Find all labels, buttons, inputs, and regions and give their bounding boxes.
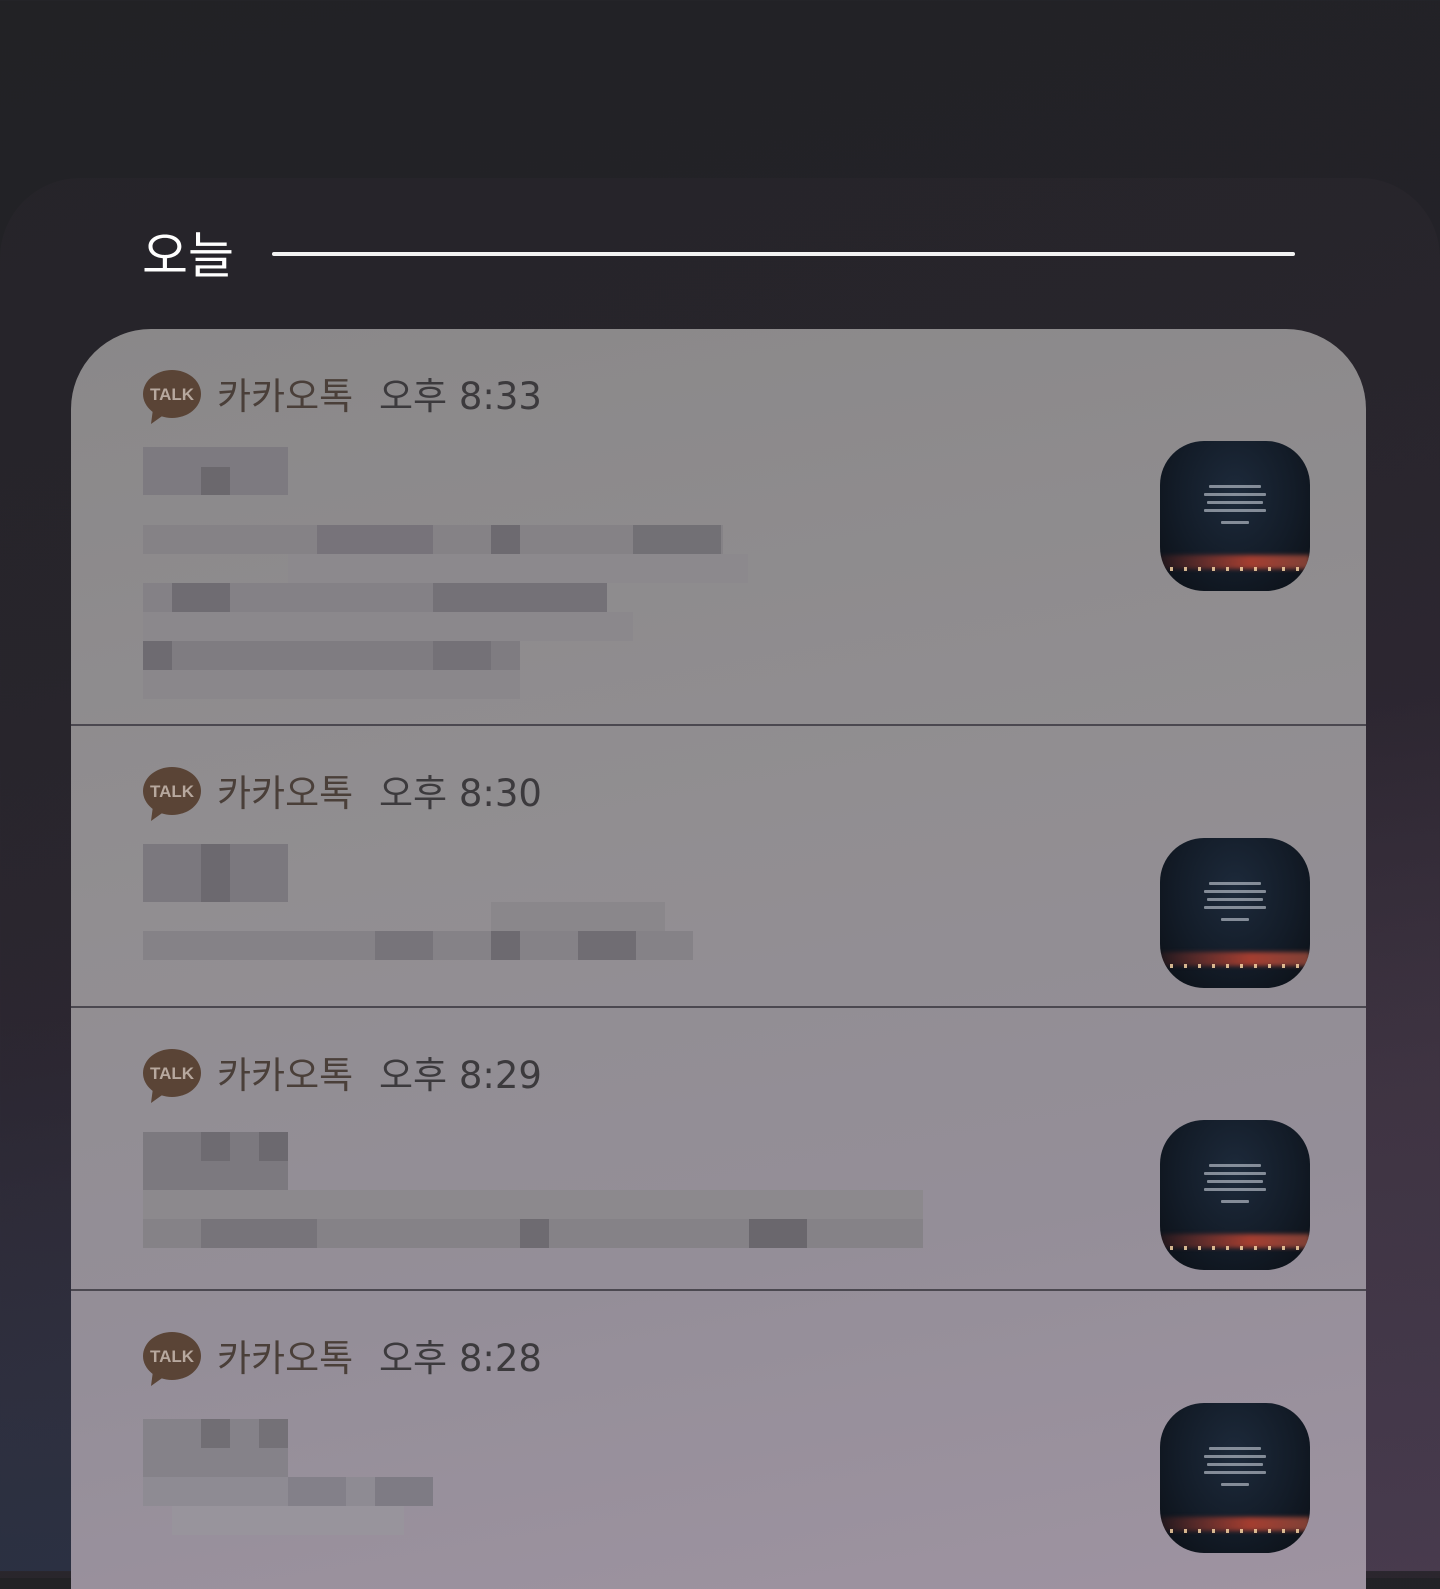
notification-thumbnail <box>1160 838 1310 988</box>
kakaotalk-icon: TALK <box>143 1049 201 1103</box>
section-header: 오늘 <box>142 226 1302 286</box>
notification-time: 오후 8:28 <box>379 1337 542 1380</box>
message-preview-pixelated <box>143 844 703 964</box>
notification-item[interactable]: TALK 카카오톡 오후 8:29 <box>71 1008 1366 1289</box>
notification-thumbnail <box>1160 1403 1310 1553</box>
svg-text:TALK: TALK <box>150 1347 195 1366</box>
notification-group-card[interactable]: TALK 카카오톡 오후 8:33 TALK 카카오톡 오후 8:30 TALK… <box>71 329 1366 1589</box>
section-divider-line <box>272 252 1295 256</box>
message-preview-pixelated <box>143 447 793 702</box>
kakaotalk-icon: TALK <box>143 370 201 424</box>
message-preview-pixelated <box>143 1419 443 1539</box>
svg-text:TALK: TALK <box>150 385 195 404</box>
notification-thumbnail <box>1160 441 1310 591</box>
app-name: 카카오톡 <box>217 1337 354 1380</box>
kakaotalk-icon: TALK <box>143 1332 201 1386</box>
notification-item[interactable]: TALK 카카오톡 오후 8:33 <box>71 329 1366 725</box>
svg-text:TALK: TALK <box>150 1064 195 1083</box>
notification-time: 오후 8:33 <box>379 375 542 418</box>
svg-text:TALK: TALK <box>150 782 195 801</box>
notification-item[interactable]: TALK 카카오톡 오후 8:30 <box>71 726 1366 1006</box>
notification-thumbnail <box>1160 1120 1310 1270</box>
app-name: 카카오톡 <box>217 1054 354 1097</box>
notification-item[interactable]: TALK 카카오톡 오후 8:28 <box>71 1291 1366 1589</box>
notification-time: 오후 8:29 <box>379 1054 542 1097</box>
app-name: 카카오톡 <box>217 375 354 418</box>
kakaotalk-icon: TALK <box>143 767 201 821</box>
app-name: 카카오톡 <box>217 772 354 815</box>
message-preview-pixelated <box>143 1132 933 1252</box>
notification-time: 오후 8:30 <box>379 772 542 815</box>
section-title: 오늘 <box>142 227 234 285</box>
